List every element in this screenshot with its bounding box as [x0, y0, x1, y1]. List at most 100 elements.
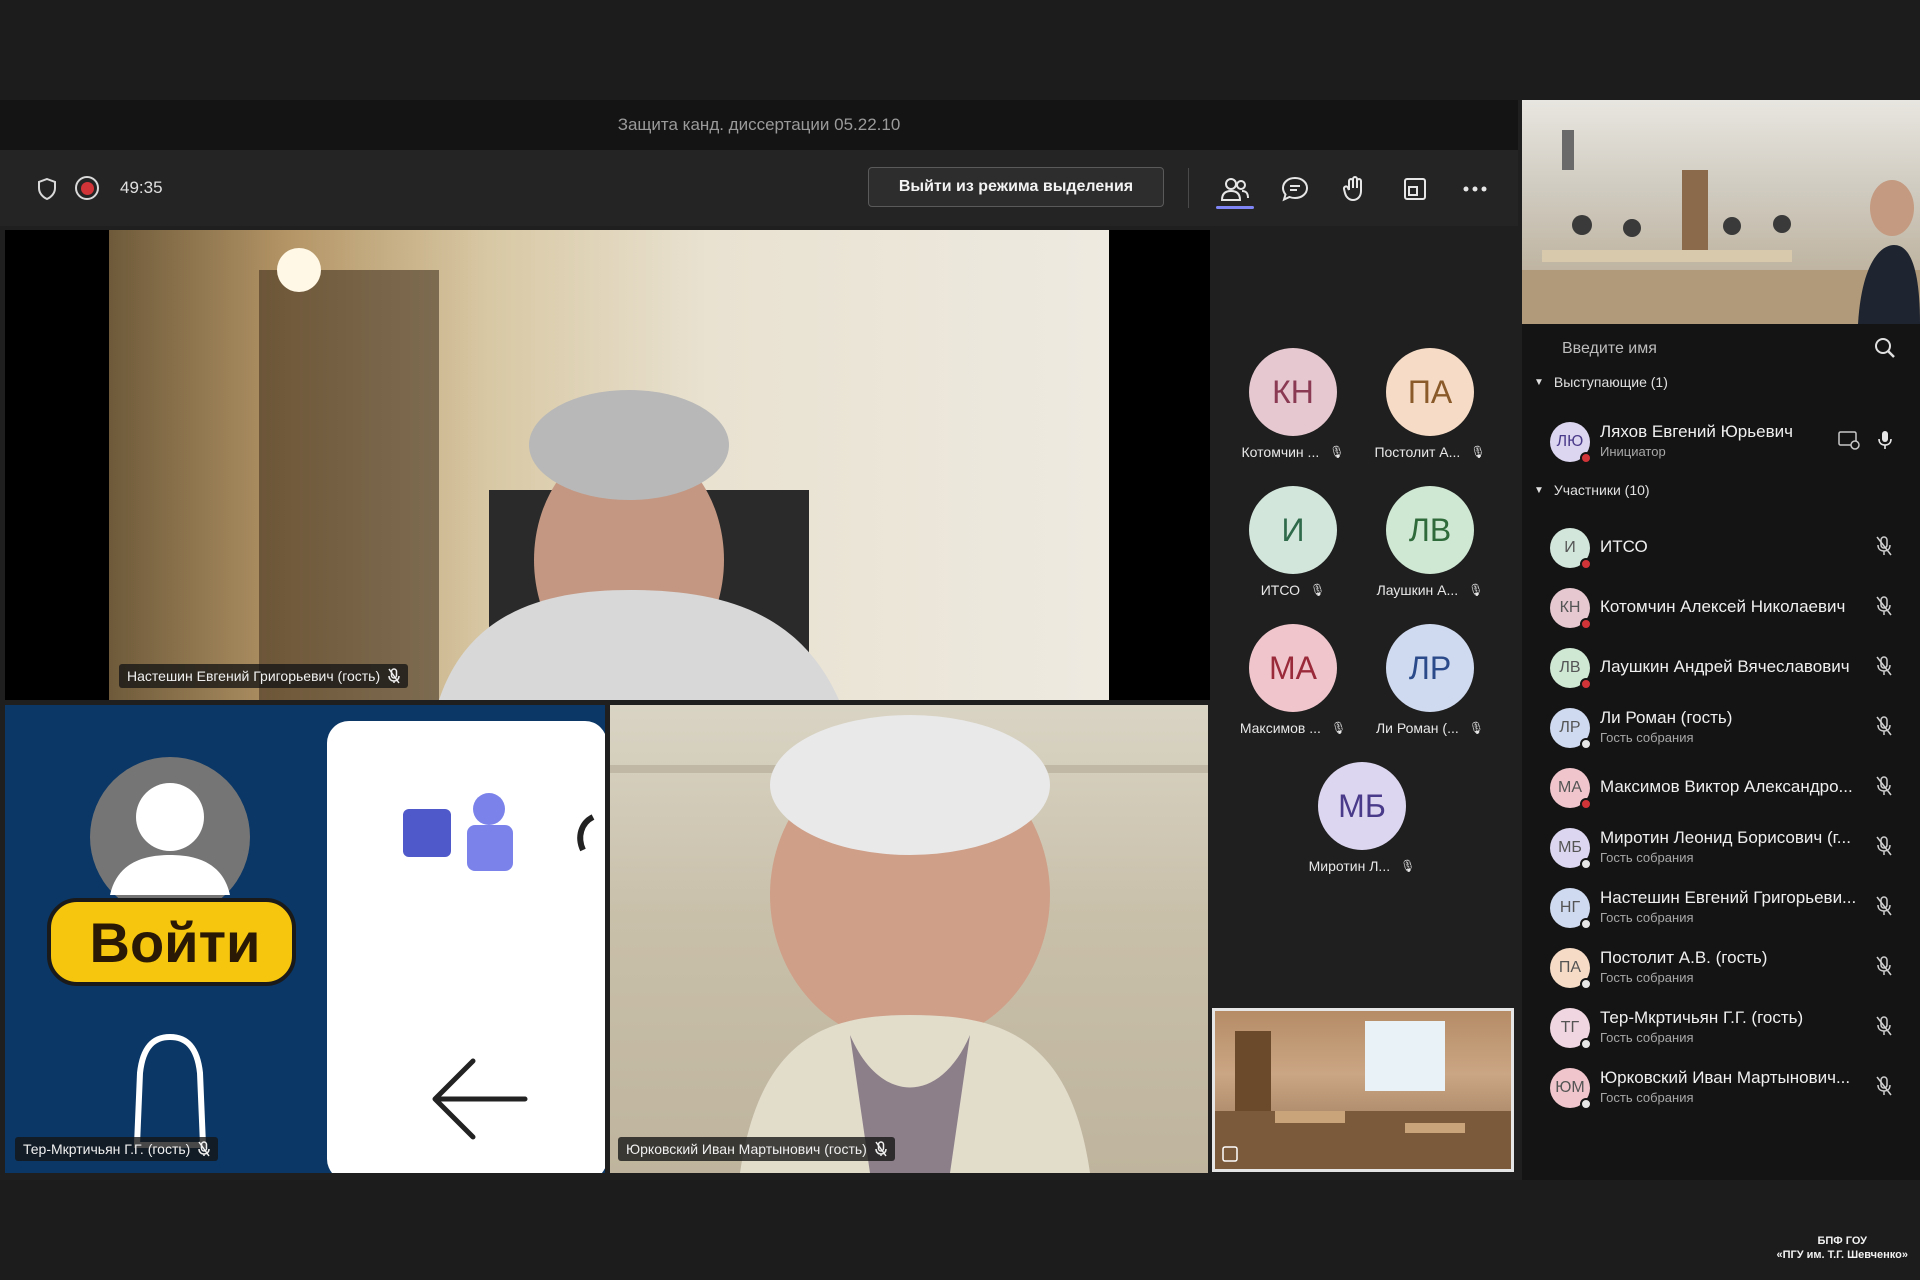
- participant-row[interactable]: ЛЮ Ляхов Евгений Юрьевич Инициатор: [1522, 412, 1920, 470]
- participant-role: Гость собрания: [1600, 730, 1694, 745]
- avatar: КН: [1550, 588, 1592, 630]
- participant-name: Настешин Евгений Григорьевич (гость): [127, 668, 381, 684]
- view-icon[interactable]: [1400, 174, 1430, 204]
- mic-off-icon[interactable]: [1876, 776, 1892, 801]
- participant-row[interactable]: ПА Постолит А.В. (гость) Гость собрания: [1522, 938, 1920, 996]
- participant-row[interactable]: НГ Настешин Евгений Григорьеви... Гость со…: [1522, 878, 1920, 936]
- participant-role: Гость собрания: [1600, 850, 1694, 865]
- mic-icon[interactable]: [1878, 430, 1892, 455]
- avatar: ПА: [1386, 348, 1474, 436]
- mic-off-icon[interactable]: [1876, 716, 1892, 741]
- grid-avatar-item[interactable]: КН Котомчин ... 🎙: [1223, 348, 1363, 460]
- mic-off-icon: 🎙: [1329, 445, 1345, 459]
- participant-name: ИТСО: [1600, 537, 1648, 556]
- status-dot: [1580, 452, 1592, 464]
- mic-off-icon: 🎙: [1470, 445, 1486, 459]
- watermark-line-1: БПФ ГОУ: [1817, 1235, 1867, 1247]
- avatar: МБ: [1318, 762, 1406, 850]
- avatar: ТГ: [1550, 1008, 1592, 1050]
- top-frame: [0, 0, 1920, 100]
- avatar: ЛР: [1386, 624, 1474, 712]
- participant-role: Гость собрания: [1600, 910, 1694, 925]
- status-dot: [1580, 1098, 1592, 1110]
- participant-role: Гость собрания: [1600, 970, 1694, 985]
- avatar: ЛЮ: [1550, 422, 1592, 464]
- mic-off-icon[interactable]: [1876, 1016, 1892, 1041]
- chat-icon[interactable]: [1280, 174, 1310, 204]
- grid-avatar-item[interactable]: И ИТСО 🎙: [1223, 486, 1363, 598]
- mic-off-icon[interactable]: [1876, 596, 1892, 621]
- grid-avatar-item[interactable]: ПА Постолит А... 🎙: [1360, 348, 1500, 460]
- grid-avatar-item[interactable]: ЛР Ли Роман (... 🎙: [1360, 624, 1500, 736]
- avatar: МА: [1550, 768, 1592, 810]
- participant-role: Гость собрания: [1600, 1090, 1694, 1105]
- participant-name-tag: Юрковский Иван Мартынович (гость): [618, 1137, 895, 1161]
- avatar-grid: [1212, 230, 1516, 1000]
- avatar: МА: [1249, 624, 1337, 712]
- grid-avatar-item[interactable]: МА Максимов ... 🎙: [1223, 624, 1363, 736]
- presenter-room-video[interactable]: [1522, 100, 1920, 324]
- participant-name: Постолит А.В. (гость): [1600, 948, 1768, 967]
- mic-off-icon: 🎙: [1310, 583, 1326, 597]
- meeting-toolbar: 49:35 Выйти из режима выделения: [0, 150, 1518, 226]
- participant-row[interactable]: КН Котомчин Алексей Николаевич: [1522, 578, 1920, 636]
- presenters-section-header[interactable]: ▼ Выступающие (1): [1534, 374, 1668, 390]
- mic-off-icon[interactable]: [1876, 656, 1892, 681]
- avatar-name: Лаушкин А...: [1376, 582, 1459, 598]
- more-icon[interactable]: [1460, 174, 1490, 204]
- participant-row[interactable]: И ИТСО: [1522, 518, 1920, 576]
- grid-avatar-item[interactable]: МБ Миротин Л... 🎙: [1292, 762, 1432, 874]
- participant-row[interactable]: МБ Миротин Леонид Борисович (г... Гость со…: [1522, 818, 1920, 876]
- participant-row[interactable]: ЮМ Юрковский Иван Мартынович... Гость собр…: [1522, 1058, 1920, 1116]
- participant-row[interactable]: МА Максимов Виктор Александро...: [1522, 758, 1920, 816]
- participant-name: Котомчин Алексей Николаевич: [1600, 597, 1846, 616]
- participant-row[interactable]: ТГ Тер-Мкртичьян Г.Г. (гость) Гость собран…: [1522, 998, 1920, 1056]
- participant-row[interactable]: ЛВ Лаушкин Андрей Вячеславович: [1522, 638, 1920, 696]
- participant-name-tag: Тер-Мкртичьян Г.Г. (гость): [15, 1137, 219, 1161]
- screen-share-icon: [1838, 430, 1860, 455]
- avatar: ЛР: [1550, 708, 1592, 750]
- mic-off-icon[interactable]: [1876, 1076, 1892, 1101]
- raise-hand-icon[interactable]: [1340, 174, 1370, 204]
- spotlight-video-tile[interactable]: Настешин Евгений Григорьевич (гость): [5, 230, 1210, 700]
- people-icon[interactable]: [1220, 174, 1250, 204]
- mic-off-icon: 🎙: [1330, 721, 1347, 735]
- participant-name: Ляхов Евгений Юрьевич: [1600, 422, 1793, 441]
- exit-spotlight-label: Выйти из режима выделения: [898, 178, 1134, 195]
- mic-off-icon[interactable]: [1876, 896, 1892, 921]
- exit-spotlight-button[interactable]: Выйти из режима выделения: [868, 167, 1164, 207]
- participant-row[interactable]: ЛР Ли Роман (гость) Гость собрания: [1522, 698, 1920, 756]
- participant-name: Тер-Мкртичьян Г.Г. (гость): [23, 1141, 191, 1157]
- avatar-name: Миротин Л...: [1308, 858, 1391, 874]
- record-icon: [75, 176, 99, 200]
- status-dot: [1580, 678, 1592, 690]
- participant-video-tile[interactable]: Юрковский Иван Мартынович (гость): [610, 705, 1208, 1173]
- mic-off-icon[interactable]: [1876, 956, 1892, 981]
- participants-section-header[interactable]: ▼ Участники (10): [1534, 482, 1650, 498]
- mic-off-icon: [388, 668, 400, 684]
- shield-icon[interactable]: [32, 174, 62, 204]
- participant-role: Инициатор: [1600, 444, 1666, 459]
- avatar: ЛВ: [1550, 648, 1592, 690]
- participant-name: Миротин Леонид Борисович (г...: [1600, 828, 1851, 847]
- avatar: МБ: [1550, 828, 1592, 870]
- watermark-line-2: «ПГУ им. Т.Г. Шевченко»: [1776, 1249, 1908, 1261]
- room-video-tile[interactable]: [1212, 1008, 1514, 1172]
- meeting-timer: 49:35: [120, 178, 163, 197]
- search-placeholder: Введите имя: [1562, 340, 1657, 357]
- participant-search[interactable]: Введите имя: [1522, 324, 1920, 374]
- grid-avatar-item[interactable]: ЛВ Лаушкин А... 🎙: [1360, 486, 1500, 598]
- mic-off-icon[interactable]: [1876, 536, 1892, 561]
- participant-name: Максимов Виктор Александро...: [1600, 777, 1853, 796]
- status-dot: [1580, 558, 1592, 570]
- status-dot: [1580, 1038, 1592, 1050]
- screen-share-video-tile[interactable]: Войти Тер-Мкртичьян Г.Г. (гость): [5, 705, 605, 1173]
- participant-name: Настешин Евгений Григорьеви...: [1600, 888, 1857, 907]
- search-icon[interactable]: [1874, 337, 1896, 364]
- broadcaster-watermark: БПФ ГОУ «ПГУ им. Т.Г. Шевченко»: [1776, 1234, 1908, 1262]
- mic-off-icon[interactable]: [1876, 836, 1892, 861]
- participant-name: Юрковский Иван Мартынович (гость): [626, 1141, 867, 1157]
- participant-video: [610, 715, 1208, 1173]
- mic-off-icon: 🎙: [1468, 583, 1484, 597]
- room-camera-feed: [1522, 130, 1920, 324]
